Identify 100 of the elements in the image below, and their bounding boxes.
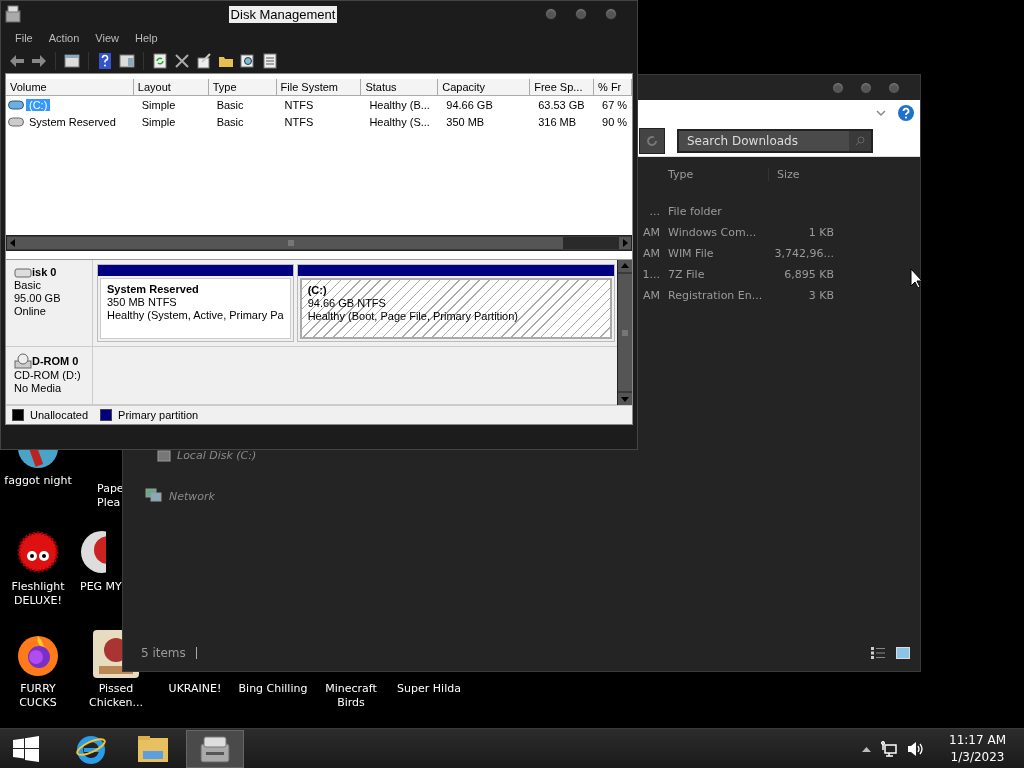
drive-icon	[8, 99, 24, 110]
table-cell-text: 94.66 GB	[445, 98, 494, 111]
speaker-icon[interactable]	[907, 741, 926, 757]
desktop-icon-label[interactable]: Bing Chilling	[238, 682, 308, 696]
file-type: Registration En...	[667, 289, 764, 302]
file-date: AM	[642, 226, 661, 239]
horizontal-scrollbar[interactable]	[6, 235, 632, 251]
menu-item[interactable]: File	[7, 32, 41, 44]
column-header[interactable]: Volume	[6, 79, 134, 96]
file-size: 6,895 KB	[783, 268, 834, 281]
column-header[interactable]: File System	[276, 79, 362, 96]
drive-icon	[8, 116, 24, 127]
refresh-icon[interactable]	[152, 53, 168, 69]
panel-icon[interactable]	[119, 53, 135, 69]
vertical-scrollbar[interactable]	[617, 260, 632, 405]
window-button[interactable]	[575, 8, 587, 20]
nav-item[interactable]: Network	[169, 489, 215, 503]
table-cell-text: 316 MB	[537, 115, 578, 128]
refresh-button[interactable]	[639, 127, 665, 154]
legend-label: Unallocated	[30, 409, 89, 421]
partition-status: Healthy (Boot, Page File, Primary Partition)	[307, 310, 519, 323]
desktop-icon-label[interactable]: Pissed Chicken...	[78, 682, 154, 710]
desktop-icon-label[interactable]: Fleshlight DELUXE!	[0, 580, 76, 608]
disk-drive-icon	[14, 267, 32, 278]
column-header[interactable]: Type	[664, 167, 768, 181]
column-header[interactable]: Type	[208, 79, 277, 96]
folder-icon	[137, 735, 169, 763]
nav-item[interactable]: Local Disk (C:)	[177, 449, 257, 462]
fuzzball-icon	[16, 530, 60, 574]
browser-e-icon	[75, 733, 107, 765]
partition-name: (C:)	[307, 284, 328, 297]
window-button[interactable]	[860, 81, 872, 94]
menu-item[interactable]: Action	[40, 32, 88, 44]
table-cell-text: 350 MB	[445, 115, 486, 128]
disk-info: Online	[14, 305, 47, 318]
network-icon	[145, 488, 163, 504]
magnifier-icon[interactable]	[240, 53, 256, 69]
file-date: ...	[648, 205, 661, 218]
network-icon[interactable]	[881, 741, 898, 757]
partition-status: Healthy (System, Active, Primary Pa	[107, 309, 284, 322]
file-type: File folder	[667, 205, 723, 218]
disk-management-icon	[198, 734, 232, 764]
file-size: 3,742,96...	[773, 247, 834, 260]
grip-icon[interactable]	[622, 329, 628, 336]
column-header[interactable]: Free Sp...	[530, 79, 595, 96]
grip-icon[interactable]	[288, 240, 294, 246]
desktop-icon-label[interactable]: Minecraft Birds	[313, 682, 389, 710]
menu-item[interactable]: Help	[126, 32, 166, 44]
file-date: 1...	[641, 268, 661, 281]
disk-name: D-ROM 0	[32, 354, 79, 368]
delete-icon[interactable]	[174, 53, 190, 69]
column-header[interactable]: Size	[768, 167, 835, 181]
item-count: 5 items	[141, 646, 186, 660]
column-header[interactable]: Layout	[133, 79, 209, 96]
details-view-icon[interactable]	[870, 646, 886, 660]
window-button[interactable]	[545, 8, 557, 20]
partition-name: System Reserved	[107, 283, 200, 296]
desktop-icon-label[interactable]: FURRY CUCKS	[0, 682, 76, 710]
clock[interactable]: 11:17 AM 1/3/2023	[949, 732, 1006, 766]
desktop-icon-label[interactable]: PEG MY	[80, 580, 122, 594]
file-type: WIM File	[667, 247, 715, 260]
forward-arrow-icon[interactable]	[31, 53, 47, 69]
row-label[interactable]: System Reserved	[26, 115, 119, 128]
checklist-icon[interactable]	[262, 53, 278, 69]
window-button[interactable]	[888, 81, 900, 94]
desktop-icon-label[interactable]: Super Hilda	[397, 682, 461, 696]
disk-name: isk 0	[32, 266, 57, 279]
panel-icon[interactable]	[64, 53, 80, 69]
help-icon[interactable]	[97, 53, 113, 69]
desktop-icon-label[interactable]: UKRAINE!	[168, 682, 222, 696]
table-cell-text: Healthy (B...	[368, 98, 431, 111]
table-cell-text: Healthy (S...	[368, 115, 431, 128]
properties-icon[interactable]	[196, 53, 212, 69]
file-date: AM	[642, 289, 661, 302]
column-header[interactable]: Status	[361, 79, 439, 96]
windows-logo-icon[interactable]	[13, 736, 39, 762]
table-cell-text: Simple	[140, 115, 177, 128]
cd-drive-icon	[14, 353, 32, 369]
window-button[interactable]	[605, 8, 617, 20]
chevron-down-icon[interactable]	[876, 108, 886, 117]
window-button[interactable]	[832, 81, 844, 94]
taskbar-button[interactable]	[186, 730, 244, 768]
table-cell-text: 67 %	[601, 98, 629, 111]
desktop-icon-label[interactable]: Pape Plea	[97, 482, 122, 510]
column-header[interactable]: Capacity	[438, 79, 531, 96]
back-arrow-icon[interactable]	[9, 53, 25, 69]
disk-info: 95.00 GB	[14, 292, 62, 305]
table-cell-text: NTFS	[283, 115, 315, 128]
left-arrow-icon[interactable]	[10, 239, 16, 247]
partition[interactable]: System Reserved 350 MB NTFS Healthy (System, Active, Primary Pa	[97, 264, 294, 342]
menu-item[interactable]: View	[87, 32, 127, 44]
caret-up-icon[interactable]	[862, 746, 872, 752]
right-arrow-icon[interactable]	[622, 239, 628, 247]
scroll-thumb[interactable]	[19, 237, 563, 249]
window-title: Disk Management	[228, 5, 338, 23]
down-arrow-icon[interactable]	[621, 396, 629, 402]
up-arrow-icon[interactable]	[621, 263, 629, 269]
partition[interactable]: (C:) 94.66 GB NTFS Healthy (Boot, Page File, Primary Partition)	[296, 264, 615, 342]
column-header[interactable]: % Fr	[594, 79, 632, 96]
desktop-icon-label[interactable]: faggot night	[4, 474, 72, 488]
